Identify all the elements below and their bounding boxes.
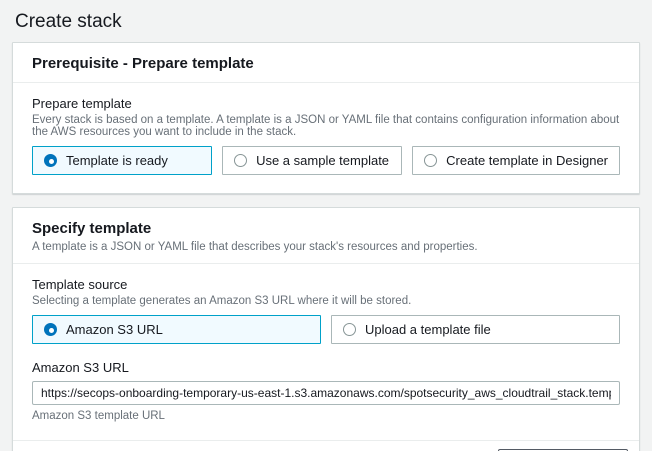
radio-option-template-is-ready[interactable]: Template is ready: [32, 146, 212, 175]
radio-option-label: Create template in Designer: [446, 153, 608, 168]
prepare-template-description: Every stack is based on a template. A te…: [32, 114, 620, 138]
amazon-s3-url-label: Amazon S3 URL: [32, 360, 620, 375]
radio-option-use-sample-template[interactable]: Use a sample template: [222, 146, 402, 175]
amazon-s3-url-input[interactable]: [32, 381, 620, 405]
prerequisite-card-content: Prepare template Every stack is based on…: [13, 83, 639, 193]
create-stack-page: Create stack Prerequisite - Prepare temp…: [0, 0, 652, 451]
radio-icon: [234, 154, 247, 167]
radio-icon: [44, 154, 57, 167]
radio-icon: [424, 154, 437, 167]
template-source-options: Amazon S3 URL Upload a template file: [32, 315, 620, 344]
prepare-template-label: Prepare template: [32, 96, 620, 111]
prerequisite-card-title: Prerequisite - Prepare template: [32, 55, 620, 72]
radio-icon: [44, 323, 57, 336]
prerequisite-card-header: Prerequisite - Prepare template: [13, 43, 639, 83]
specify-template-card-description: A template is a JSON or YAML file that d…: [32, 241, 620, 253]
radio-option-upload-template-file[interactable]: Upload a template file: [331, 315, 620, 344]
radio-option-label: Amazon S3 URL: [66, 322, 163, 337]
specify-template-card: Specify template A template is a JSON or…: [12, 207, 640, 451]
specify-template-card-content: Template source Selecting a template gen…: [13, 264, 639, 440]
radio-option-label: Use a sample template: [256, 153, 389, 168]
prepare-template-options: Template is ready Use a sample template …: [32, 146, 620, 175]
prerequisite-card: Prerequisite - Prepare template Prepare …: [12, 42, 640, 194]
radio-option-amazon-s3-url[interactable]: Amazon S3 URL: [32, 315, 321, 344]
specify-template-card-header: Specify template A template is a JSON or…: [13, 208, 639, 264]
template-source-label: Template source: [32, 277, 620, 292]
page-title: Create stack: [0, 0, 652, 33]
radio-option-label: Template is ready: [66, 153, 168, 168]
specify-template-card-title: Specify template: [32, 220, 620, 237]
radio-option-create-template-in-designer[interactable]: Create template in Designer: [412, 146, 620, 175]
radio-option-label: Upload a template file: [365, 322, 491, 337]
amazon-s3-url-helper-text: Amazon S3 template URL: [32, 410, 620, 422]
specify-template-card-footer: S3 URL:https://secops-onboarding-tempora…: [13, 440, 639, 451]
template-source-description: Selecting a template generates an Amazon…: [32, 295, 620, 307]
radio-icon: [343, 323, 356, 336]
